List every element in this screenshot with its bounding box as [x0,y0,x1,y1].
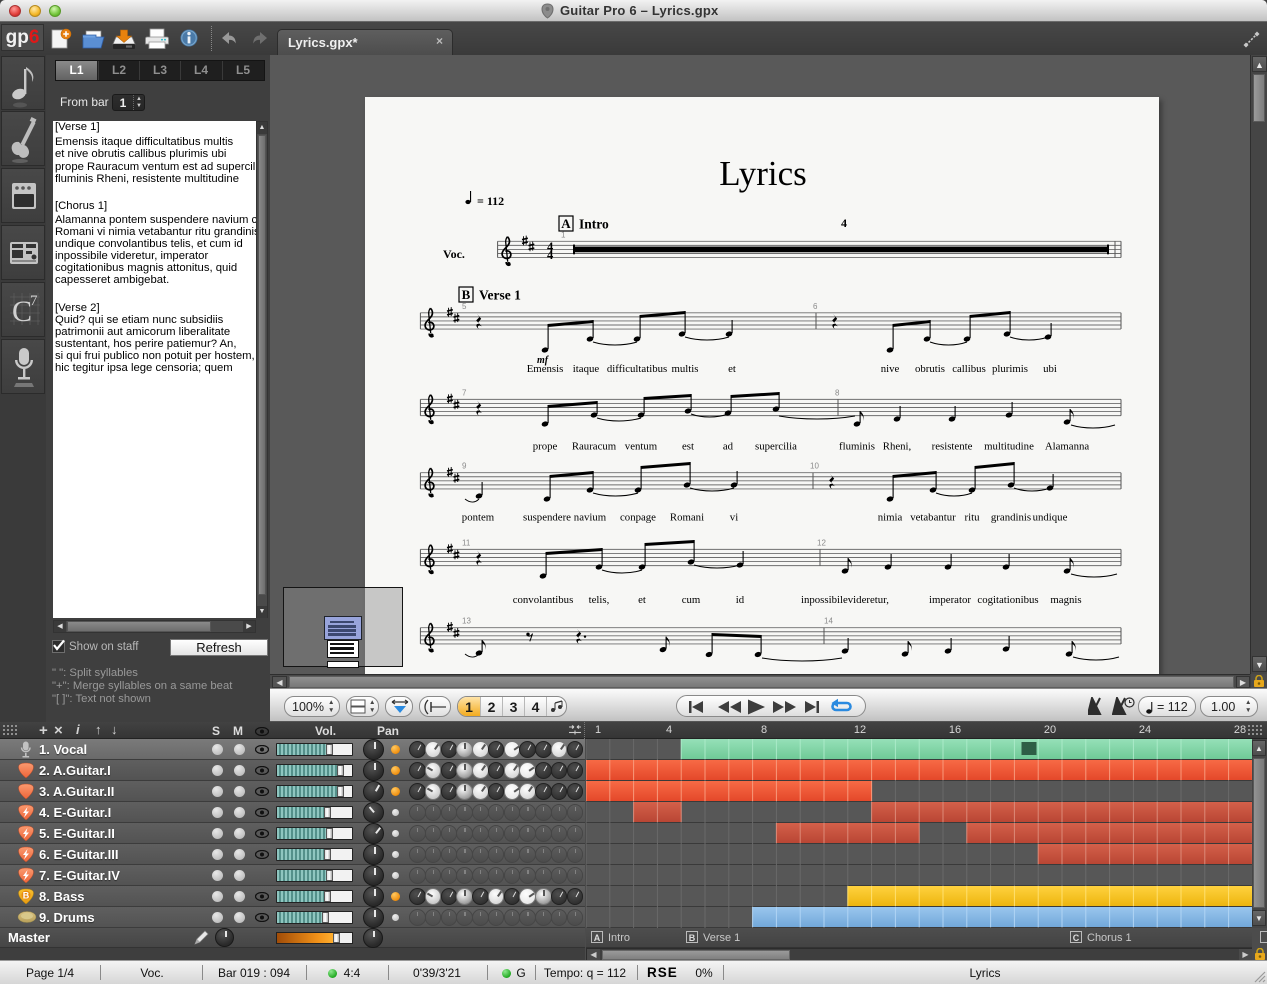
svg-text:Emensis: Emensis [527,363,564,375]
svg-text:difficultatibus: difficultatibus [607,363,667,375]
svg-text:prope: prope [533,441,558,453]
svg-text:ubi: ubi [1043,363,1057,375]
svg-text:grandinis: grandinis [991,512,1031,524]
svg-text:11: 11 [462,538,471,547]
svg-text:7: 7 [462,388,467,397]
svg-text:4: 4 [547,248,554,262]
svg-text:imperator: imperator [929,594,971,606]
svg-text:cum: cum [682,594,701,606]
svg-text:Intro: Intro [579,217,609,232]
svg-text:suspendere: suspendere [523,512,571,524]
svg-text:5: 5 [462,302,467,311]
svg-text:convolantibus: convolantibus [513,594,574,606]
svg-text:itaque: itaque [573,363,600,375]
svg-text:13: 13 [462,617,471,626]
svg-text:Romani: Romani [670,512,704,524]
svg-text:8: 8 [835,388,840,397]
svg-text:1: 1 [561,230,566,239]
svg-text:nive: nive [881,363,900,375]
svg-text:Rauracum: Rauracum [572,441,617,453]
svg-text:fluminis: fluminis [839,441,875,453]
svg-text:14: 14 [824,617,833,626]
svg-text:resistente: resistente [932,441,973,453]
svg-text:cogitationibus: cogitationibus [977,594,1038,606]
svg-text:plurimis: plurimis [992,363,1028,375]
svg-text:Rheni,: Rheni, [883,441,912,453]
svg-text:4: 4 [841,216,847,230]
svg-text:callibus: callibus [952,363,986,375]
svg-text:Lyrics: Lyrics [719,154,806,193]
svg-text:ritu: ritu [965,512,981,524]
svg-text:navium: navium [574,512,607,524]
svg-text:Voc.: Voc. [443,247,465,261]
svg-text:B: B [462,287,471,302]
svg-text:et: et [638,594,646,606]
svg-text:12: 12 [817,538,826,547]
svg-text:9: 9 [462,462,467,471]
svg-text:ventum: ventum [625,441,658,453]
svg-text:vi: vi [730,512,738,524]
svg-text:C: C [12,295,32,328]
svg-text:B: B [23,891,30,901]
svg-text:7: 7 [30,293,38,309]
svg-text:magnis: magnis [1050,594,1081,606]
svg-text:10: 10 [810,462,819,471]
svg-text:nimia: nimia [878,512,903,524]
svg-text:Verse 1: Verse 1 [479,288,521,303]
svg-text:et: et [728,363,736,375]
svg-text:inpossibilevideretur,: inpossibilevideretur, [801,594,889,606]
svg-text:multitudine: multitudine [984,441,1034,453]
svg-text:6: 6 [813,302,818,311]
svg-text:conpage: conpage [620,512,656,524]
svg-text:ad: ad [723,441,734,453]
svg-text:Alamanna: Alamanna [1045,441,1090,453]
svg-text:id: id [736,594,745,606]
svg-text:pontem: pontem [462,512,495,524]
svg-text:undique: undique [1033,512,1068,524]
svg-text:telis,: telis, [589,594,610,606]
svg-text:= 112: = 112 [477,194,504,208]
svg-text:multis: multis [672,363,699,375]
svg-text:supercilia: supercilia [755,441,797,453]
svg-text:obrutis: obrutis [915,363,945,375]
svg-text:est: est [682,441,694,453]
svg-text:vetabantur: vetabantur [910,512,956,524]
svg-text:A: A [561,216,571,231]
